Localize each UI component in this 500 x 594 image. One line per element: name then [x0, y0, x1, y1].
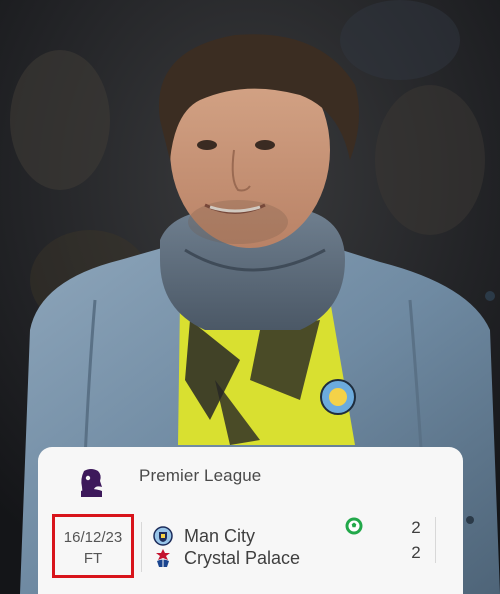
football-icon	[345, 517, 363, 535]
divider	[435, 517, 436, 563]
home-team-row[interactable]: Man City	[153, 524, 255, 548]
home-team-name: Man City	[184, 525, 256, 546]
crystal-palace-crest-icon	[153, 548, 173, 568]
away-team-name: Crystal Palace	[184, 547, 301, 568]
match-status: FT	[83, 550, 103, 567]
away-score: 2	[411, 543, 421, 562]
match-date: 16/12/23	[63, 529, 123, 546]
premier-league-logo-icon	[78, 467, 104, 499]
man-city-crest-icon	[153, 526, 173, 546]
away-team-row[interactable]: Crystal Palace	[153, 546, 300, 570]
match-date-highlight: 16/12/23 FT	[52, 514, 134, 578]
league-name: Premier League	[139, 466, 262, 485]
match-result-card[interactable]: Premier League 16/12/23 FT Man City Crys…	[38, 447, 463, 594]
divider	[141, 522, 142, 572]
home-score: 2	[411, 518, 421, 537]
